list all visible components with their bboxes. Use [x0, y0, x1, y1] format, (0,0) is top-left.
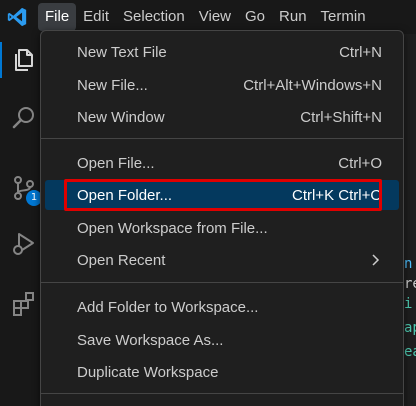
menu-go[interactable]: Go	[238, 3, 272, 31]
menu-item-new-window[interactable]: New Window Ctrl+Shift+N	[45, 102, 399, 132]
menu-view[interactable]: View	[192, 3, 238, 31]
menu-separator	[41, 282, 403, 283]
menu-edit[interactable]: Edit	[76, 3, 116, 31]
editor-background: n re i ap ea	[404, 34, 416, 406]
menu-item-shortcut: Ctrl+Alt+Windows+N	[243, 76, 382, 94]
menu-item-add-folder-to-workspace[interactable]: Add Folder to Workspace...	[45, 292, 399, 322]
menu-item-label: Open Workspace from File...	[77, 219, 268, 237]
menu-item-label: Add Folder to Workspace...	[77, 298, 259, 316]
menu-item-label: New Window	[77, 108, 165, 126]
explorer-icon	[15, 49, 33, 71]
file-menu-dropdown: New Text File Ctrl+N New File... Ctrl+Al…	[40, 30, 404, 406]
menu-items: File Edit Selection View Go Run Termin	[38, 0, 373, 34]
menu-item-label: New Text File	[77, 43, 167, 61]
code-fragment: ap	[404, 320, 416, 336]
menu-separator	[41, 393, 403, 394]
vscode-window: File Edit Selection View Go Run Termin 1…	[0, 0, 416, 406]
annotation-highlight-box	[64, 179, 382, 211]
run-debug-icon	[13, 233, 34, 255]
search-icon	[12, 107, 34, 129]
menu-bar: File Edit Selection View Go Run Termin	[0, 0, 416, 34]
menu-terminal[interactable]: Termin	[314, 3, 373, 31]
menu-item-label: Duplicate Workspace	[77, 363, 219, 381]
menu-item-label: Open Recent	[77, 251, 166, 269]
chevron-right-icon	[372, 254, 380, 266]
code-fragment: re	[404, 276, 416, 292]
vscode-logo-icon[interactable]	[6, 6, 28, 28]
menu-item-new-text-file[interactable]: New Text File Ctrl+N	[45, 37, 399, 67]
menu-item-open-workspace-from-file[interactable]: Open Workspace from File...	[45, 213, 399, 243]
menu-item-label: Save Workspace As...	[77, 331, 224, 349]
menu-file[interactable]: File	[38, 3, 77, 31]
code-fragment: n	[404, 256, 413, 272]
menu-item-open-recent[interactable]: Open Recent	[45, 245, 399, 275]
menu-item-new-file[interactable]: New File... Ctrl+Alt+Windows+N	[45, 70, 399, 100]
extensions-icon	[13, 292, 34, 316]
code-fragment: ea	[404, 344, 416, 360]
menu-selection[interactable]: Selection	[116, 3, 192, 31]
menu-item-shortcut: Ctrl+N	[339, 43, 382, 61]
menu-separator	[41, 138, 403, 139]
menu-item-open-file[interactable]: Open File... Ctrl+O	[45, 148, 399, 178]
code-fragment: i	[404, 296, 413, 312]
menu-item-label: New File...	[77, 76, 148, 94]
menu-item-shortcut: Ctrl+Shift+N	[300, 108, 382, 126]
menu-item-shortcut: Ctrl+O	[338, 154, 382, 172]
menu-item-save-workspace-as[interactable]: Save Workspace As...	[45, 325, 399, 355]
menu-run[interactable]: Run	[272, 3, 314, 31]
menu-item-label: Open File...	[77, 154, 155, 172]
menu-item-duplicate-workspace[interactable]: Duplicate Workspace	[45, 357, 399, 387]
